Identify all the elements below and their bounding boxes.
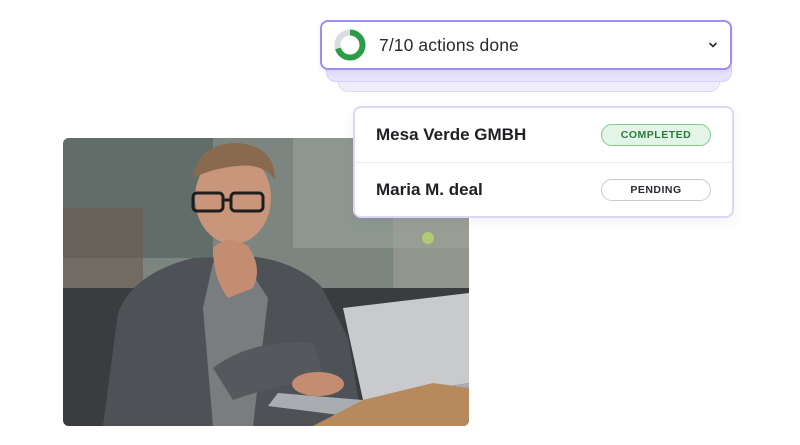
list-item[interactable]: Mesa Verde GMBH COMPLETED [355, 108, 732, 162]
progress-ring-icon [334, 29, 366, 61]
list-item[interactable]: Maria M. deal PENDING [355, 162, 732, 217]
status-badge-completed: COMPLETED [601, 124, 711, 146]
progress-label: 7/10 actions done [379, 34, 519, 55]
task-name: Maria M. deal [376, 180, 483, 199]
task-list: Mesa Verde GMBH COMPLETED Maria M. deal … [353, 106, 734, 218]
progress-dropdown[interactable]: 7/10 actions done [320, 20, 732, 70]
task-name: Mesa Verde GMBH [376, 125, 527, 144]
chevron-down-icon[interactable] [708, 40, 718, 50]
status-badge-pending: PENDING [601, 179, 711, 201]
